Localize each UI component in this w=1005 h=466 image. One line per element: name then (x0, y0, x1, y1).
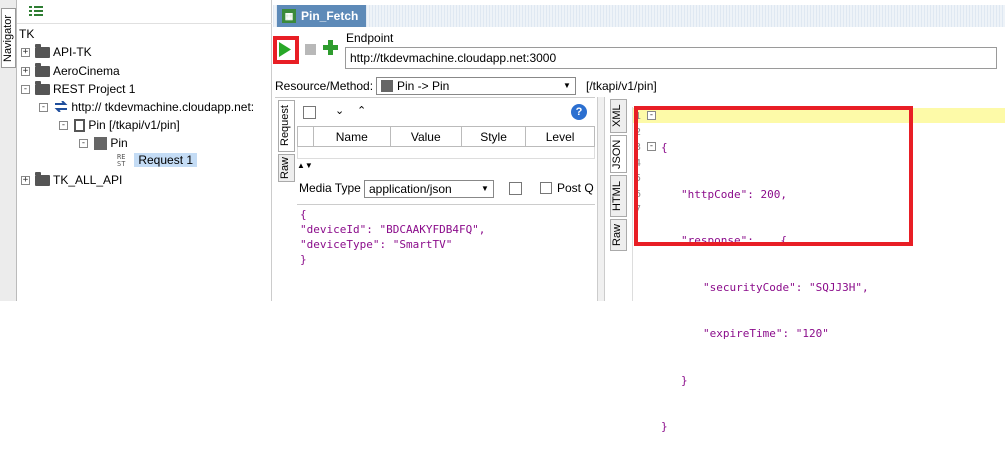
media-type-label: Media Type (299, 181, 361, 195)
tree-item-request[interactable]: RE ST Request 1 (117, 152, 198, 168)
resource-method-select[interactable]: Pin -> Pin ▼ (376, 77, 576, 95)
pane-divider[interactable] (597, 97, 605, 301)
response-line: "securityCode": "SQJJ3H", (703, 280, 869, 294)
resource-path: [/tkapi/v1/pin] (586, 79, 657, 93)
resource-row: Resource/Method: Pin -> Pin ▼ [/tkapi/v1… (273, 76, 1005, 96)
plus-icon[interactable] (323, 40, 338, 58)
collapse-icon[interactable]: - (39, 103, 48, 113)
tree-root[interactable]: TK (19, 26, 34, 42)
tab-xml[interactable]: XML (610, 99, 627, 133)
expand-icon[interactable]: + (21, 67, 30, 77)
response-highlight (634, 106, 913, 246)
response-line: "expireTime": "120" (703, 327, 829, 340)
splitter-arrows-icon[interactable]: ▲▼ (297, 161, 313, 170)
endpoint-input[interactable]: http://tkdevmachine.cloudapp.net:3000 (345, 47, 997, 69)
body-line: "deviceId": "BDCAAKYFDB4FQ", (300, 223, 486, 236)
tree-toolbar (17, 0, 272, 24)
response-line: } (661, 420, 668, 433)
expand-icon[interactable]: + (21, 48, 30, 58)
media-type-value: application/json (369, 182, 452, 196)
response-line: } (681, 373, 688, 387)
expand-icon[interactable]: + (21, 176, 30, 186)
help-icon[interactable]: ? (571, 104, 587, 120)
rest-icon: ▦ (282, 9, 296, 23)
stop-icon[interactable] (305, 44, 316, 55)
request-editor: ▦ Pin_Fetch Endpoint http://tkdevmachine… (273, 0, 1005, 433)
format-icon[interactable] (509, 182, 522, 195)
chevron-up-icon[interactable]: ⌃ (357, 104, 366, 117)
folder-icon (35, 172, 50, 187)
editor-title-bar: ▦ Pin_Fetch (273, 5, 1005, 27)
endpoint-label: Endpoint (346, 31, 394, 45)
media-type-select[interactable]: application/json ▼ (364, 180, 494, 198)
column-header-name[interactable]: Name (313, 126, 391, 147)
tab-request[interactable]: Request (278, 100, 295, 152)
swap-arrows-icon (54, 100, 68, 116)
chevron-down-icon: ▼ (481, 184, 489, 193)
navigator-panel: Navigator (0, 0, 17, 301)
tree-item-label: REST Project 1 (53, 82, 136, 96)
collapse-icon[interactable]: - (59, 121, 68, 131)
tree-item-label: TK_ALL_API (53, 173, 123, 187)
tree-item-method[interactable]: - Pin (79, 135, 128, 151)
column-header-value[interactable]: Value (389, 126, 462, 147)
tree-item-tk-all-api[interactable]: + TK_ALL_API (21, 172, 122, 188)
post-query-label: Post Q (557, 181, 594, 195)
params-icon[interactable] (303, 106, 316, 119)
tree-menu-icon[interactable] (29, 6, 43, 17)
editor-tab[interactable]: ▦ Pin_Fetch (277, 5, 367, 27)
request-body-editor[interactable]: { "deviceId": "BDCAAKYFDB4FQ", "deviceTy… (297, 204, 595, 302)
tree-item-label: Pin [/tkapi/v1/pin] (88, 118, 180, 132)
column-header-level[interactable]: Level (525, 126, 595, 147)
column-header-select (297, 126, 314, 147)
project-tree: TK + API-TK + AeroCinema - REST Project 1 -… (17, 0, 272, 301)
post-query-checkbox[interactable] (540, 182, 552, 194)
tab-raw[interactable]: Raw (610, 219, 627, 251)
params-table: Name Value Style Level (297, 126, 595, 159)
navigator-tab[interactable]: Navigator (1, 8, 16, 68)
tree-item-aerocinema[interactable]: + AeroCinema (21, 63, 120, 79)
tree-item-api-tk[interactable]: + API-TK (21, 44, 92, 60)
play-icon[interactable] (279, 42, 291, 60)
body-line: { (300, 208, 307, 221)
method-icon (381, 80, 393, 92)
folder-icon (35, 81, 50, 96)
collapse-icon[interactable]: - (79, 139, 88, 149)
tree-item-resource[interactable]: - Pin [/tkapi/v1/pin] (59, 117, 180, 133)
collapse-icon[interactable]: - (21, 85, 30, 95)
tree-item-label: AeroCinema (53, 64, 120, 78)
chevron-down-icon[interactable]: ⌄ (335, 104, 344, 117)
tree-item-label: API-TK (53, 45, 92, 59)
resource-method-label: Resource/Method: (275, 79, 374, 93)
editor-title: Pin_Fetch (301, 9, 359, 23)
column-header-style[interactable]: Style (460, 126, 527, 147)
tree-item-rest-project[interactable]: - REST Project 1 (21, 81, 135, 97)
method-icon (94, 137, 108, 151)
request-pane: Request Raw ⌄ ⌃ ? Name Value Style Level… (275, 97, 595, 301)
tab-html[interactable]: HTML (610, 175, 627, 217)
tree-item-label: http:// tkdevmachine.cloudapp.net: (71, 100, 255, 114)
tree-item-label: Request 1 (134, 153, 198, 167)
resource-icon (74, 119, 86, 133)
folder-icon (35, 44, 50, 59)
chevron-down-icon: ▼ (563, 81, 571, 90)
body-line: "deviceType": "SmartTV" (300, 238, 453, 251)
tree-item-label: Pin (110, 136, 128, 150)
tab-raw[interactable]: Raw (278, 154, 295, 182)
resource-method-value: Pin -> Pin (397, 79, 450, 93)
tree-item-service[interactable]: - http:// tkdevmachine.cloudapp.net: (39, 99, 254, 115)
tab-json[interactable]: JSON (610, 135, 627, 173)
rest-request-icon: RE ST (117, 152, 126, 168)
body-line: } (300, 253, 307, 266)
folder-icon (35, 63, 50, 78)
